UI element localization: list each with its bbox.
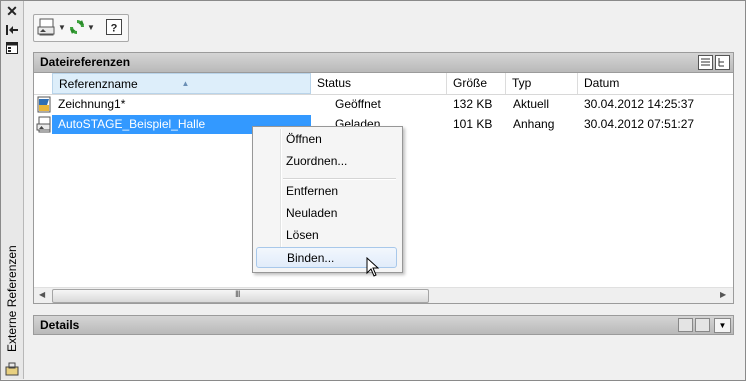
auto-hide-icon[interactable] bbox=[4, 23, 20, 37]
column-date[interactable]: Datum bbox=[578, 73, 733, 94]
table-row[interactable]: Zeichnung1* Geöffnet 132 KB Aktuell 30.0… bbox=[34, 95, 733, 114]
help-button[interactable]: ? bbox=[105, 17, 123, 37]
toolbar: ▼ ▼ ? bbox=[33, 14, 129, 42]
scroll-left-icon[interactable]: ◀ bbox=[39, 290, 45, 299]
list-view-icon[interactable] bbox=[698, 55, 713, 70]
menu-item-oeffnen[interactable]: Öffnen bbox=[256, 129, 397, 150]
column-headers: ▲ Referenzname Status Größe Typ Datum bbox=[34, 73, 733, 95]
palette-title: Externe Referenzen bbox=[5, 245, 19, 352]
panel-header: Dateireferenzen bbox=[34, 53, 733, 73]
dwg-open-icon bbox=[36, 96, 52, 115]
column-type[interactable]: Typ bbox=[506, 73, 578, 94]
sort-ascending-icon: ▲ bbox=[181, 79, 190, 88]
context-menu: Öffnen Zuordnen... Entfernen Neuladen Lö… bbox=[252, 126, 403, 273]
palette-side-strip: ✕ Externe Referenzen bbox=[1, 1, 24, 379]
properties-icon[interactable] bbox=[4, 41, 20, 55]
close-icon[interactable]: ✕ bbox=[4, 3, 20, 19]
refresh-icon bbox=[70, 20, 84, 34]
menu-item-neuladen[interactable]: Neuladen bbox=[256, 203, 397, 224]
panel-title: Dateireferenzen bbox=[40, 55, 131, 69]
preview-icon[interactable] bbox=[695, 318, 710, 332]
attach-dropdown-icon[interactable]: ▼ bbox=[58, 23, 66, 32]
horizontal-scrollbar[interactable]: ◀ III ▶ bbox=[34, 287, 733, 303]
scroll-right-icon[interactable]: ▶ bbox=[720, 290, 726, 299]
column-status[interactable]: Status bbox=[311, 73, 447, 94]
details-title: Details bbox=[40, 318, 80, 332]
menu-item-entfernen[interactable]: Entfernen bbox=[256, 181, 397, 202]
menu-item-loesen[interactable]: Lösen bbox=[256, 225, 397, 246]
svg-text:?: ? bbox=[111, 23, 118, 35]
help-icon: ? bbox=[106, 19, 122, 35]
details-panel-header[interactable]: Details ▼ bbox=[33, 315, 734, 335]
menu-item-zuordnen[interactable]: Zuordnen... bbox=[256, 151, 397, 172]
scroll-thumb[interactable]: III bbox=[52, 289, 429, 303]
details-view-icon[interactable] bbox=[678, 318, 693, 332]
refresh-dropdown-icon[interactable]: ▼ bbox=[87, 23, 95, 32]
menu-separator bbox=[283, 178, 396, 180]
column-size[interactable]: Größe bbox=[447, 73, 506, 94]
refresh-button[interactable]: ▼ bbox=[68, 17, 95, 37]
details-collapse-icon[interactable]: ▼ bbox=[714, 318, 731, 333]
palette-lock-icon[interactable] bbox=[5, 362, 19, 376]
tree-view-icon[interactable] bbox=[715, 55, 730, 70]
column-referenzname[interactable]: ▲ Referenzname bbox=[52, 73, 311, 94]
attach-dwg-button[interactable]: ▼ bbox=[37, 17, 66, 37]
mouse-cursor-icon bbox=[366, 256, 380, 280]
dwg-icon bbox=[36, 116, 52, 135]
attach-dwg-icon bbox=[37, 18, 55, 36]
